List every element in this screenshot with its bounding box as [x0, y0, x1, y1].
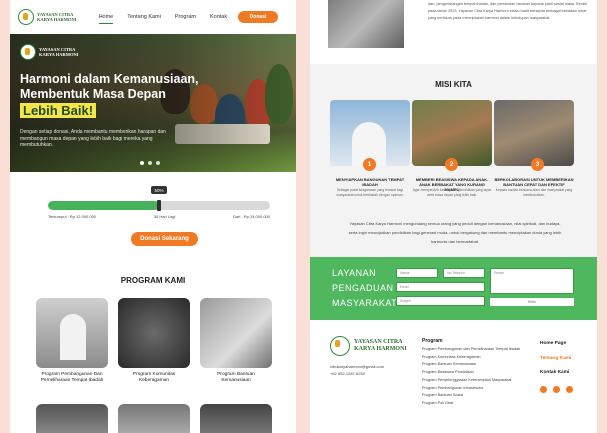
carousel-dot[interactable]	[156, 161, 160, 165]
program-card-title[interactable]: Program Pembangunan Dan Pemeliharaan Tem…	[27, 372, 117, 384]
main-menu: Home Tentang Kami Program Kontak	[98, 14, 227, 24]
donate-now-button[interactable]: Donasi Sekarang	[131, 232, 198, 246]
program-card-title[interactable]: Program Komunitas Keberagaman	[109, 372, 199, 384]
complaint-form-title: LAYANAN PENGADUAN MASYARAKAT	[332, 268, 398, 308]
nav-program[interactable]: Program	[175, 14, 196, 20]
footer-program-link[interactable]: Program Bantuan Sosial	[422, 392, 537, 400]
footer-program-link[interactable]: Program Poli Obat	[422, 400, 537, 408]
misi-item-desc: Sebagai pusat keagamaan yang terawat bag…	[336, 188, 404, 197]
nav-kontak[interactable]: Kontak	[210, 14, 227, 20]
hero-description: Dengan setiap donasi, Anda membantu memb…	[20, 129, 166, 148]
program-card-image[interactable]	[200, 404, 272, 433]
program-card-title[interactable]: Program Bantuan Kemanusiaan	[191, 372, 281, 384]
hero-banner: YAYASAN CITRA KARYA HARMONI Harmoni dala…	[10, 34, 296, 172]
misi-image	[494, 100, 574, 166]
program-card-image[interactable]	[36, 404, 108, 433]
footer-program-link[interactable]: Program Bantuan Kemanusiaan	[422, 361, 537, 369]
footer-program-list: Program Pembangunan dan Pemeliharaan Tem…	[422, 346, 537, 408]
whatsapp-icon[interactable]	[540, 386, 547, 393]
days-left: 30 Hari Lagi	[153, 214, 176, 219]
progress-percent-badge: 50%	[151, 186, 167, 194]
misi-image	[330, 100, 410, 166]
footer-link-kontak[interactable]: Kontak Kami	[540, 366, 571, 381]
misi-item-title: MENYIAPKAN BANGUNAN TEMPAT IBADAH	[335, 177, 405, 187]
footer-program-link[interactable]: Program Penyelenggaraan Keterampilan Mas…	[422, 377, 537, 385]
about-page-preview: dan, pengembangan tempat ibadah, dan pem…	[310, 0, 597, 433]
programs-heading: PROGRAM KAMI	[120, 276, 186, 285]
hero-highlight: Lebih Baik!	[20, 103, 97, 118]
progress-fill	[48, 201, 159, 210]
carousel-dot[interactable]	[140, 161, 144, 165]
hero-logo: YAYASAN CITRA KARYA HARMONI	[20, 44, 79, 60]
footer-link-home[interactable]: Home Page	[540, 337, 571, 352]
subject-field[interactable]: Subjek	[396, 296, 485, 306]
footer-link-tentang[interactable]: Tentang Kami	[540, 352, 571, 367]
collected-amount: Terkumpul : Rp 12.000.000	[48, 214, 97, 219]
progress-marker	[157, 200, 161, 211]
foundation-emblem-icon	[20, 44, 36, 60]
footer-email[interactable]: citrokaryaharmoni@gmail.com	[330, 363, 384, 370]
message-field[interactable]: Pesan	[490, 268, 574, 294]
misi-number-badge: 3	[531, 158, 544, 171]
site-logo[interactable]: YAYASAN CITRA KARYA HARMONI	[18, 9, 77, 25]
program-card-image[interactable]	[118, 404, 190, 433]
foundation-emblem-icon	[18, 9, 34, 25]
footer-phone[interactable]: +62 852-1287-6250	[330, 370, 384, 377]
footer-nav: Home Page Tentang Kami Kontak Kami	[540, 337, 571, 381]
nav-home[interactable]: Home	[98, 14, 113, 24]
footer-program-heading: Program	[422, 338, 443, 344]
misi-image	[412, 100, 492, 166]
footer-program-link[interactable]: Program Komunitas Keberagaman	[422, 354, 537, 362]
misi-item-desc: Kepada korban bencana alam dan masyaraka…	[495, 188, 573, 197]
name-field[interactable]: Nama	[396, 268, 438, 278]
misi-number-badge: 1	[363, 158, 376, 171]
about-photo	[328, 0, 404, 48]
carousel-dots	[140, 161, 160, 165]
hero-title: Harmoni dalam Kemanusiaan, Membentuk Mas…	[20, 72, 199, 118]
instagram-icon[interactable]	[566, 386, 573, 393]
foundation-emblem-icon	[330, 336, 350, 356]
email-field[interactable]: Email	[396, 282, 485, 292]
program-card-image[interactable]	[118, 298, 190, 368]
phone-field[interactable]: No Telepon	[443, 268, 485, 278]
footer-contact: citrokaryaharmoni@gmail.com +62 852-1287…	[330, 363, 384, 377]
misi-number-badge: 2	[445, 158, 458, 171]
target-amount: Dari : Rp 24.000.000	[233, 214, 270, 219]
footer-program-link[interactable]: Program Pembangunan Infrastruktur	[422, 385, 537, 393]
navbar: YAYASAN CITRA KARYA HARMONI Home Tentang…	[10, 0, 296, 34]
program-card-image[interactable]	[36, 298, 108, 368]
invitation-paragraph: Yayasan Citra Karya Harmoni mengundang s…	[348, 221, 562, 244]
footer-program-link[interactable]: Program Beasiswa Pendidikan	[422, 369, 537, 377]
submit-button[interactable]: Kirim	[490, 298, 574, 306]
youtube-icon[interactable]	[553, 386, 560, 393]
homepage-preview: YAYASAN CITRA KARYA HARMONI Home Tentang…	[10, 0, 296, 433]
donate-button[interactable]: Donasi	[238, 11, 278, 23]
misi-heading: MISI KITA	[435, 80, 472, 89]
about-snippet: dan, pengembangan tempat ibadah, dan pem…	[428, 2, 588, 20]
hero-logo-line2: KARYA HARMONI	[39, 52, 79, 57]
footer-logo[interactable]: YAYASAN CITRA KARYA HARMONI	[330, 336, 407, 356]
misi-item-desc: Agar memperoleh kesempatan pendidikan ya…	[412, 188, 492, 197]
footer-program-link[interactable]: Program Pembangunan dan Pemeliharaan Tem…	[422, 346, 537, 354]
nav-tentang-kami[interactable]: Tentang Kami	[127, 14, 161, 20]
program-card-image[interactable]	[200, 298, 272, 368]
carousel-dot[interactable]	[148, 161, 152, 165]
social-links	[540, 386, 573, 393]
misi-item-title: BERKOLABORASI UNTUK MEMBERIKAN BANTUAN C…	[494, 177, 574, 187]
logo-line2: KARYA HARMONI	[37, 17, 77, 22]
